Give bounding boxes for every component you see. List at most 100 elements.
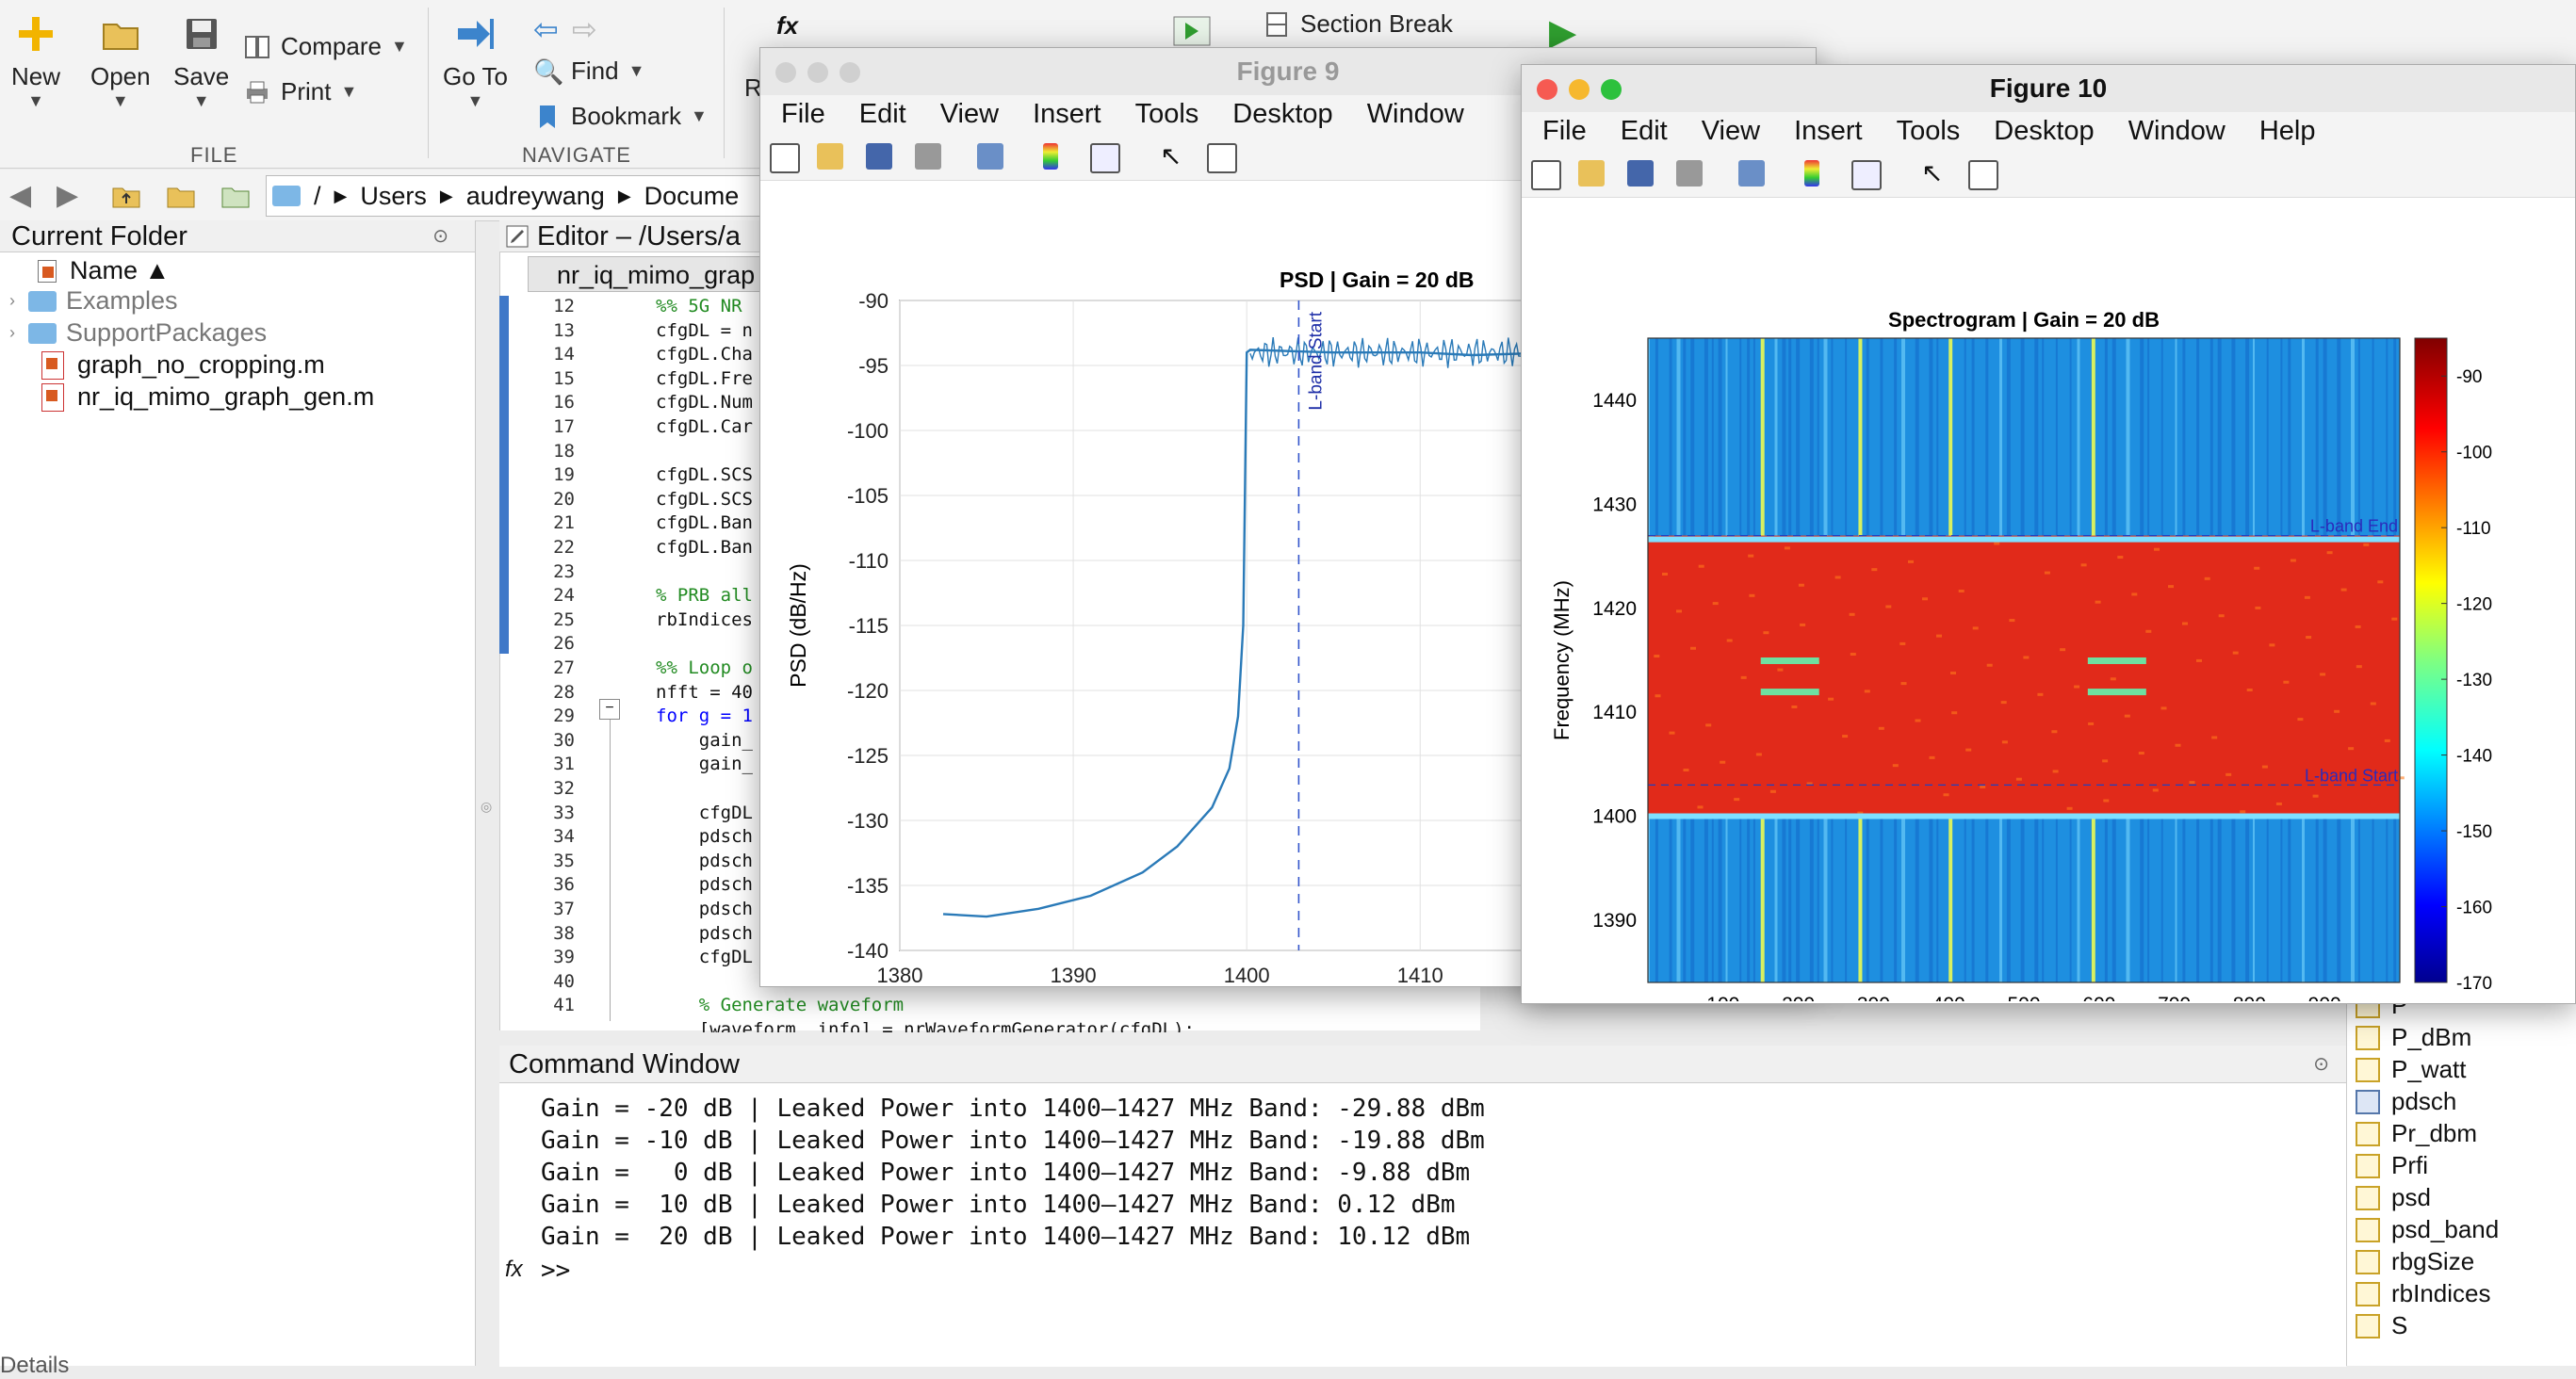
print-figure-icon[interactable]	[915, 143, 941, 170]
print-button[interactable]: Print ▼	[243, 77, 357, 106]
menu-insert[interactable]: Insert	[1033, 95, 1101, 133]
code-line[interactable]: pdsch	[656, 874, 753, 895]
chevron-right-icon[interactable]: ›	[9, 323, 15, 343]
minimize-button[interactable]	[807, 62, 828, 83]
path-field[interactable]: / ▶ Users ▶ audreywang ▶ Docume	[266, 175, 776, 217]
find-button[interactable]: 🔍 Find ▼	[533, 57, 644, 86]
chevron-right-icon[interactable]: ›	[9, 291, 15, 311]
workspace-variable[interactable]: psd	[2356, 1183, 2431, 1212]
arrow-right-icon[interactable]: ⇨	[572, 11, 597, 47]
colorbar-icon[interactable]	[1804, 160, 1819, 187]
code-line[interactable]: nfft = 40	[656, 682, 753, 703]
colorbar-icon[interactable]	[1043, 143, 1058, 170]
back-forward-buttons[interactable]: ⇦ ⇨	[533, 11, 597, 47]
minimize-button[interactable]	[1569, 79, 1590, 100]
code-line[interactable]: for g = 1	[656, 706, 753, 726]
cursor-icon[interactable]: ↖	[1160, 143, 1186, 170]
code-line[interactable]: cfgDL.Fre	[656, 368, 753, 389]
section-break-button[interactable]: Section Break	[1263, 9, 1453, 39]
open-button[interactable]: Open ▼	[90, 13, 151, 111]
code-line[interactable]: %% 5G NR	[656, 296, 742, 316]
workspace-variable[interactable]: rbIndices	[2356, 1279, 2491, 1308]
menu-edit[interactable]: Edit	[1621, 112, 1668, 150]
code-line[interactable]: pdsch	[656, 826, 753, 847]
menu-desktop[interactable]: Desktop	[1994, 112, 2094, 150]
workspace-variable[interactable]: P_dBm	[2356, 1023, 2471, 1052]
browse-folder-icon[interactable]	[166, 181, 196, 209]
menu-window[interactable]: Window	[2128, 112, 2225, 150]
menu-file[interactable]: File	[781, 95, 825, 133]
compare-button[interactable]: Compare ▼	[243, 32, 408, 61]
code-line[interactable]: cfgDL.SCS	[656, 464, 753, 485]
workspace-variable[interactable]: pdsch	[2356, 1087, 2456, 1116]
bookmark-button[interactable]: Bookmark ▼	[533, 102, 708, 131]
print-figure-icon[interactable]	[1676, 160, 1703, 187]
workspace-variable[interactable]: psd_band	[2356, 1215, 2499, 1244]
code-line[interactable]: % PRB all	[656, 585, 753, 606]
code-line[interactable]: cfgDL.SCS	[656, 489, 753, 510]
code-line[interactable]: cfgDL = n	[656, 320, 753, 341]
legend-icon[interactable]	[1851, 160, 1882, 190]
command-prompt[interactable]: >>	[541, 1257, 570, 1285]
property-inspector-icon[interactable]	[1207, 143, 1237, 173]
nav-back-icon[interactable]: ◀	[9, 179, 31, 212]
workspace-variable[interactable]: rbgSize	[2356, 1247, 2474, 1276]
list-item[interactable]: › SupportPackages	[9, 318, 267, 348]
menu-edit[interactable]: Edit	[859, 95, 906, 133]
code-line[interactable]: pdsch	[656, 899, 753, 919]
name-column-header[interactable]: Name ▲	[38, 256, 170, 285]
new-button[interactable]: New ▼	[11, 13, 60, 111]
maximize-button[interactable]	[840, 62, 860, 83]
link-plot-icon[interactable]	[1738, 160, 1765, 187]
panel-menu-icon[interactable]: ⊙	[2313, 1046, 2329, 1083]
menu-view[interactable]: View	[940, 95, 999, 133]
fold-toggle-icon[interactable]: −	[599, 699, 620, 720]
close-button[interactable]	[775, 62, 796, 83]
code-line[interactable]: cfgDL.Car	[656, 416, 753, 437]
path-segment[interactable]: Docume	[644, 182, 740, 211]
code-line[interactable]: pdsch	[656, 851, 753, 871]
new-figure-icon[interactable]	[1531, 160, 1561, 190]
path-segment[interactable]: Users	[360, 182, 427, 211]
code-line[interactable]: cfgDL	[656, 803, 753, 823]
code-line[interactable]: cfgDL	[656, 947, 753, 967]
menu-insert[interactable]: Insert	[1794, 112, 1863, 150]
panel-menu-icon[interactable]: ⊙	[432, 220, 448, 252]
code-line[interactable]: pdsch	[656, 923, 753, 944]
code-line[interactable]: gain_	[656, 754, 753, 774]
list-item[interactable]: graph_no_cropping.m	[41, 350, 325, 380]
code-line[interactable]: %% Loop o	[656, 657, 753, 678]
link-plot-icon[interactable]	[977, 143, 1003, 170]
menu-view[interactable]: View	[1702, 112, 1760, 150]
arrow-left-icon[interactable]: ⇦	[533, 11, 559, 47]
open-file-icon[interactable]	[1578, 160, 1605, 187]
details-panel-header[interactable]: Details	[0, 1353, 69, 1379]
menu-help[interactable]: Help	[2259, 112, 2316, 150]
code-line[interactable]: cfgDL.Num	[656, 392, 753, 413]
save-figure-icon[interactable]	[866, 143, 892, 170]
folder-up-icon[interactable]	[111, 181, 141, 209]
list-item[interactable]: nr_iq_mimo_graph_gen.m	[41, 382, 374, 412]
close-button[interactable]	[1537, 79, 1557, 100]
nav-forward-icon[interactable]: ▶	[57, 179, 78, 212]
spectrogram-chart[interactable]: L-band End L-band Start 100 200 300 400 500 600…	[1522, 197, 2575, 1001]
menu-desktop[interactable]: Desktop	[1232, 95, 1332, 133]
list-item[interactable]: › Examples	[9, 286, 178, 316]
workspace-variable[interactable]: Pr_dbm	[2356, 1119, 2477, 1148]
menu-tools[interactable]: Tools	[1135, 95, 1199, 133]
code-line[interactable]: % Generate waveform	[656, 995, 904, 1015]
open-file-icon[interactable]	[817, 143, 843, 170]
menu-window[interactable]: Window	[1367, 95, 1464, 133]
code-line[interactable]: cfgDL.Cha	[656, 344, 753, 365]
menu-file[interactable]: File	[1542, 112, 1587, 150]
menu-tools[interactable]: Tools	[1897, 112, 1961, 150]
section-run-icon[interactable]	[1172, 15, 1212, 47]
code-line[interactable]: [waveform, info] = nrWaveformGenerator(c…	[656, 1019, 1195, 1032]
maximize-button[interactable]	[1601, 79, 1622, 100]
figure-title-bar[interactable]: Figure 10	[1522, 65, 2575, 112]
new-figure-icon[interactable]	[770, 143, 800, 173]
code-line[interactable]: cfgDL.Ban	[656, 537, 753, 558]
legend-icon[interactable]	[1090, 143, 1120, 173]
editor-tab[interactable]: nr_iq_mimo_grap	[528, 256, 773, 292]
code-line[interactable]: cfgDL.Ban	[656, 512, 753, 533]
